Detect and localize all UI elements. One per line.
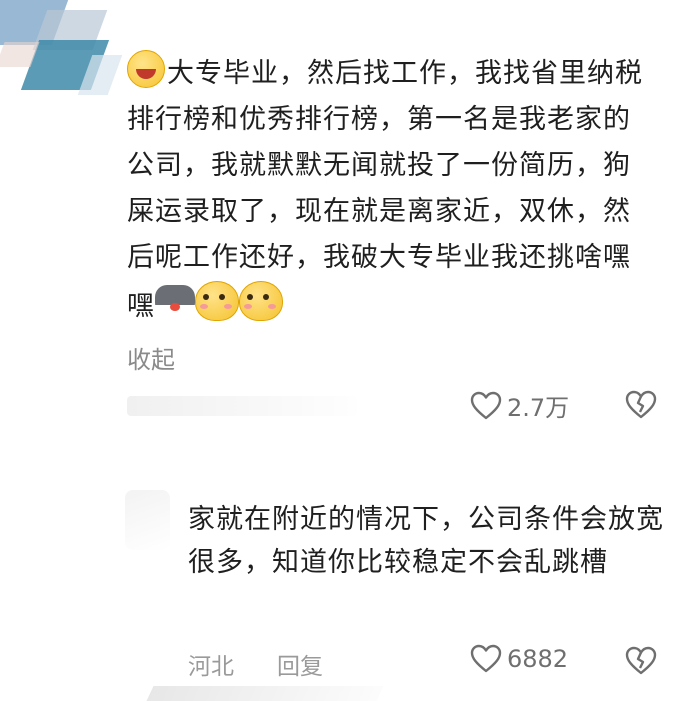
main-comment-text: 大专毕业，然后找工作，我找省里纳税排行榜和优秀排行榜，第一名是我老家的公司，我就… [127, 58, 643, 322]
shy-face-icon [195, 281, 239, 321]
next-comment-blurred [146, 686, 384, 701]
husky-dog-icon [155, 285, 195, 321]
reply-location: 河北 [188, 654, 234, 680]
reply-like-count: 6882 [507, 645, 569, 673]
reply-avatar[interactable] [125, 490, 170, 550]
commenter-avatar[interactable] [0, 0, 125, 108]
like-button[interactable]: 2.7万 [470, 388, 569, 423]
like-count: 2.7万 [507, 394, 570, 422]
heart-icon [470, 644, 502, 673]
reply-button[interactable]: 回复 [277, 647, 323, 681]
broken-heart-icon [625, 646, 657, 675]
reply-dislike-button[interactable] [625, 646, 657, 676]
reply-text: 家就在附近的情况下，公司条件会放宽很多，知道你比较稳定不会乱跳槽 [188, 504, 664, 578]
broken-heart-icon [625, 390, 657, 419]
comment-meta-blurred [127, 396, 357, 416]
main-comment: 大专毕业，然后找工作，我找省里纳税排行榜和优秀排行榜，第一名是我老家的公司，我就… [127, 50, 657, 330]
dislike-button[interactable] [625, 390, 657, 420]
heart-icon [470, 391, 502, 419]
laughing-face-icon [127, 50, 165, 88]
reply-like-button[interactable]: 6882 [470, 644, 568, 674]
shy-face-icon [239, 281, 283, 321]
collapse-button[interactable]: 收起 [127, 340, 175, 375]
